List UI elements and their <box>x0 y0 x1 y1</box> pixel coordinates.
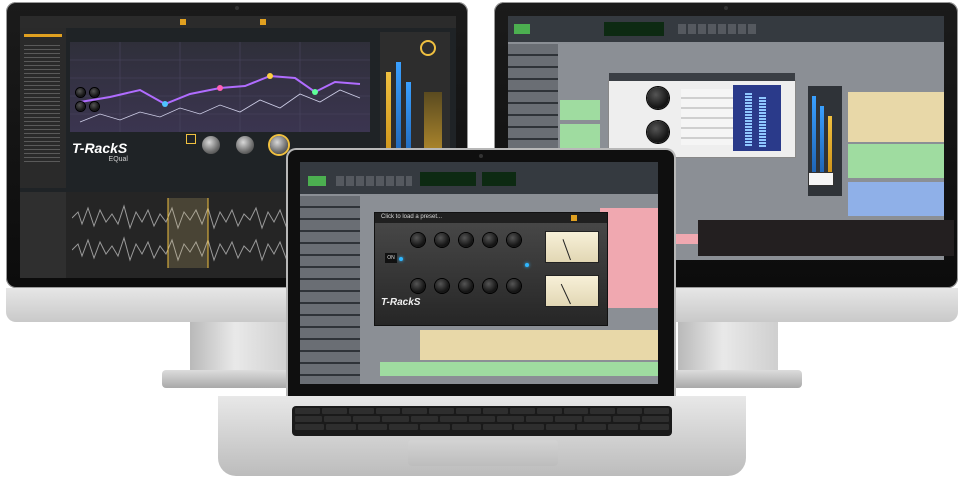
laptop-counter-display-2 <box>482 172 516 186</box>
compressor-plugin-window[interactable]: Click to load a preset... ON T-RackS <box>374 212 608 326</box>
vu-meter-top <box>545 231 599 263</box>
laptop-transport-buttons[interactable] <box>336 176 412 186</box>
plugin-meter-right <box>759 97 766 147</box>
compressor-knob[interactable] <box>435 279 449 293</box>
audio-clip[interactable] <box>848 92 944 142</box>
audio-clip[interactable] <box>560 124 600 150</box>
eq-gain-knob[interactable] <box>202 136 220 154</box>
status-led <box>399 257 403 261</box>
eq-toolbar-button[interactable] <box>260 19 266 25</box>
eq-freq-knob[interactable] <box>236 136 254 154</box>
laptop-transport-bar <box>300 162 658 194</box>
vu-meter-bottom <box>545 275 599 307</box>
right-imac-camera <box>724 6 728 10</box>
audio-clip[interactable] <box>560 100 600 120</box>
eq-curve-graphic <box>70 42 370 132</box>
waveform-left-panel <box>20 192 66 278</box>
band-button[interactable] <box>90 102 99 111</box>
daw-counter-display <box>604 22 664 36</box>
plugin-meter-panel <box>733 85 781 151</box>
compressor-knob[interactable] <box>411 233 425 247</box>
compressor-knob[interactable] <box>459 233 473 247</box>
plugin-input-knob[interactable] <box>647 87 669 109</box>
laptop-counter-display <box>420 172 476 186</box>
preset-prompt[interactable]: Click to load a preset... <box>381 214 442 220</box>
laptop-screen: Click to load a preset... ON T-RackS <box>300 162 658 384</box>
compressor-knob[interactable] <box>411 279 425 293</box>
eq-toolbar <box>20 16 456 28</box>
preset-menu-button[interactable] <box>571 215 577 221</box>
plugin-window[interactable] <box>608 73 796 158</box>
right-imac-stand <box>678 322 778 372</box>
laptop-keyboard[interactable] <box>292 406 672 436</box>
preset-bar[interactable]: Click to load a preset... <box>375 213 607 223</box>
daw-transport-buttons[interactable] <box>678 24 758 34</box>
band-button[interactable] <box>76 102 85 111</box>
daw-small-window[interactable] <box>808 172 834 186</box>
sidebar-selected-item[interactable] <box>24 34 62 37</box>
eq-q-knob[interactable] <box>270 136 288 154</box>
eq-brand-logo: T-RackS <box>72 140 128 156</box>
preset-sidebar <box>20 28 66 188</box>
band-button[interactable] <box>76 88 85 97</box>
sidebar-list <box>24 42 60 162</box>
eq-bypass-button[interactable] <box>186 134 196 144</box>
audio-clip[interactable] <box>380 362 658 376</box>
audio-clip[interactable] <box>848 182 944 216</box>
eq-plugin-name: EQual <box>108 156 128 163</box>
plugin-meter-left <box>745 93 752 147</box>
band-button[interactable] <box>90 88 99 97</box>
compressor-knob[interactable] <box>507 233 521 247</box>
compressor-brand-logo: T-RackS <box>381 297 421 308</box>
daw-transport-bar <box>508 16 944 42</box>
output-knob-ring[interactable] <box>420 40 436 56</box>
plugin-switch-bank[interactable] <box>681 89 741 145</box>
compressor-knob[interactable] <box>507 279 521 293</box>
compressor-knob[interactable] <box>483 233 497 247</box>
laptop-camera <box>479 154 483 158</box>
band-controls <box>76 88 112 118</box>
compressor-knob[interactable] <box>483 279 497 293</box>
left-imac-camera <box>235 6 239 10</box>
left-imac-foot <box>162 370 302 388</box>
eq-graph[interactable] <box>70 42 370 132</box>
vu-needle <box>560 283 571 305</box>
left-imac-stand <box>190 322 290 372</box>
laptop-mode-button[interactable] <box>308 176 326 186</box>
eq-logo-plate: T-RackS EQual <box>72 140 136 170</box>
audio-clip[interactable] <box>848 144 944 178</box>
compressor-knob[interactable] <box>459 279 473 293</box>
daw-mode-button[interactable] <box>514 24 530 34</box>
status-led <box>525 263 529 267</box>
plugin-output-knob[interactable] <box>647 121 669 143</box>
laptop-display: Click to load a preset... ON T-RackS <box>286 148 676 398</box>
laptop-base <box>218 396 746 476</box>
laptop-trackpad[interactable] <box>408 440 558 466</box>
redaction-bar <box>698 220 954 256</box>
compressor-knob[interactable] <box>435 233 449 247</box>
power-label: ON <box>387 255 395 261</box>
vu-needle <box>562 239 571 261</box>
laptop-track-headers[interactable] <box>300 196 360 384</box>
power-button[interactable]: ON <box>385 253 397 263</box>
audio-clip[interactable] <box>420 330 658 360</box>
eq-toolbar-button[interactable] <box>180 19 186 25</box>
audio-clip[interactable] <box>600 208 658 308</box>
plugin-window-titlebar <box>609 73 795 81</box>
